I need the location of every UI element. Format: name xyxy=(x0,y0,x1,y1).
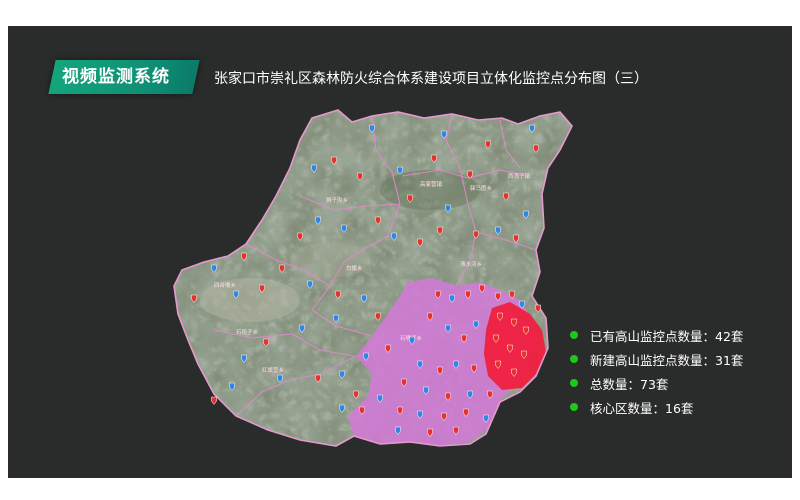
statistics-list: 已有高山监控点数量：42套 新建高山监控点数量：31套 总数量：73套 核心区数… xyxy=(570,323,780,419)
stat-new-label: 新建高山监控点数量：31套 xyxy=(590,352,744,368)
town-label: 红旗营乡 xyxy=(262,366,284,374)
town-label: 白旗乡 xyxy=(346,264,363,272)
town-label: 驿马图乡 xyxy=(470,184,492,192)
stat-total: 总数量：73套 xyxy=(570,371,780,395)
green-bullet-icon xyxy=(570,331,578,339)
town-label: 四台嘴乡 xyxy=(214,281,236,289)
town-label: 高家营镇 xyxy=(420,180,443,188)
stat-total-label: 总数量：73套 xyxy=(590,376,669,392)
green-bullet-icon xyxy=(570,403,578,411)
stat-existing-label: 已有高山监控点数量：42套 xyxy=(590,328,744,344)
town-label: 狮子沟乡 xyxy=(326,196,348,204)
slide: 视频监测系统 张家口市崇礼区森林防火综合体系建设项目立体化监控点分布图（三） 狮… xyxy=(0,0,800,500)
town-label: 清水河乡 xyxy=(460,260,482,268)
district-map: 狮子沟乡 高家营镇 西湾子镇 四台嘴乡 白旗乡 驿马图乡 红旗营乡 石窑子乡 清… xyxy=(173,109,573,447)
green-bullet-icon xyxy=(570,379,578,387)
stat-core-label: 核心区数量：16套 xyxy=(590,400,694,416)
green-bullet-icon xyxy=(570,355,578,363)
red-marker-icon xyxy=(211,396,217,405)
stat-core: 核心区数量：16套 xyxy=(570,395,780,419)
town-label: 西湾子镇 xyxy=(508,172,531,180)
town-label: 石窑子乡 xyxy=(236,328,258,336)
stat-existing: 已有高山监控点数量：42套 xyxy=(570,323,780,347)
stat-new: 新建高山监控点数量：31套 xyxy=(570,347,780,371)
